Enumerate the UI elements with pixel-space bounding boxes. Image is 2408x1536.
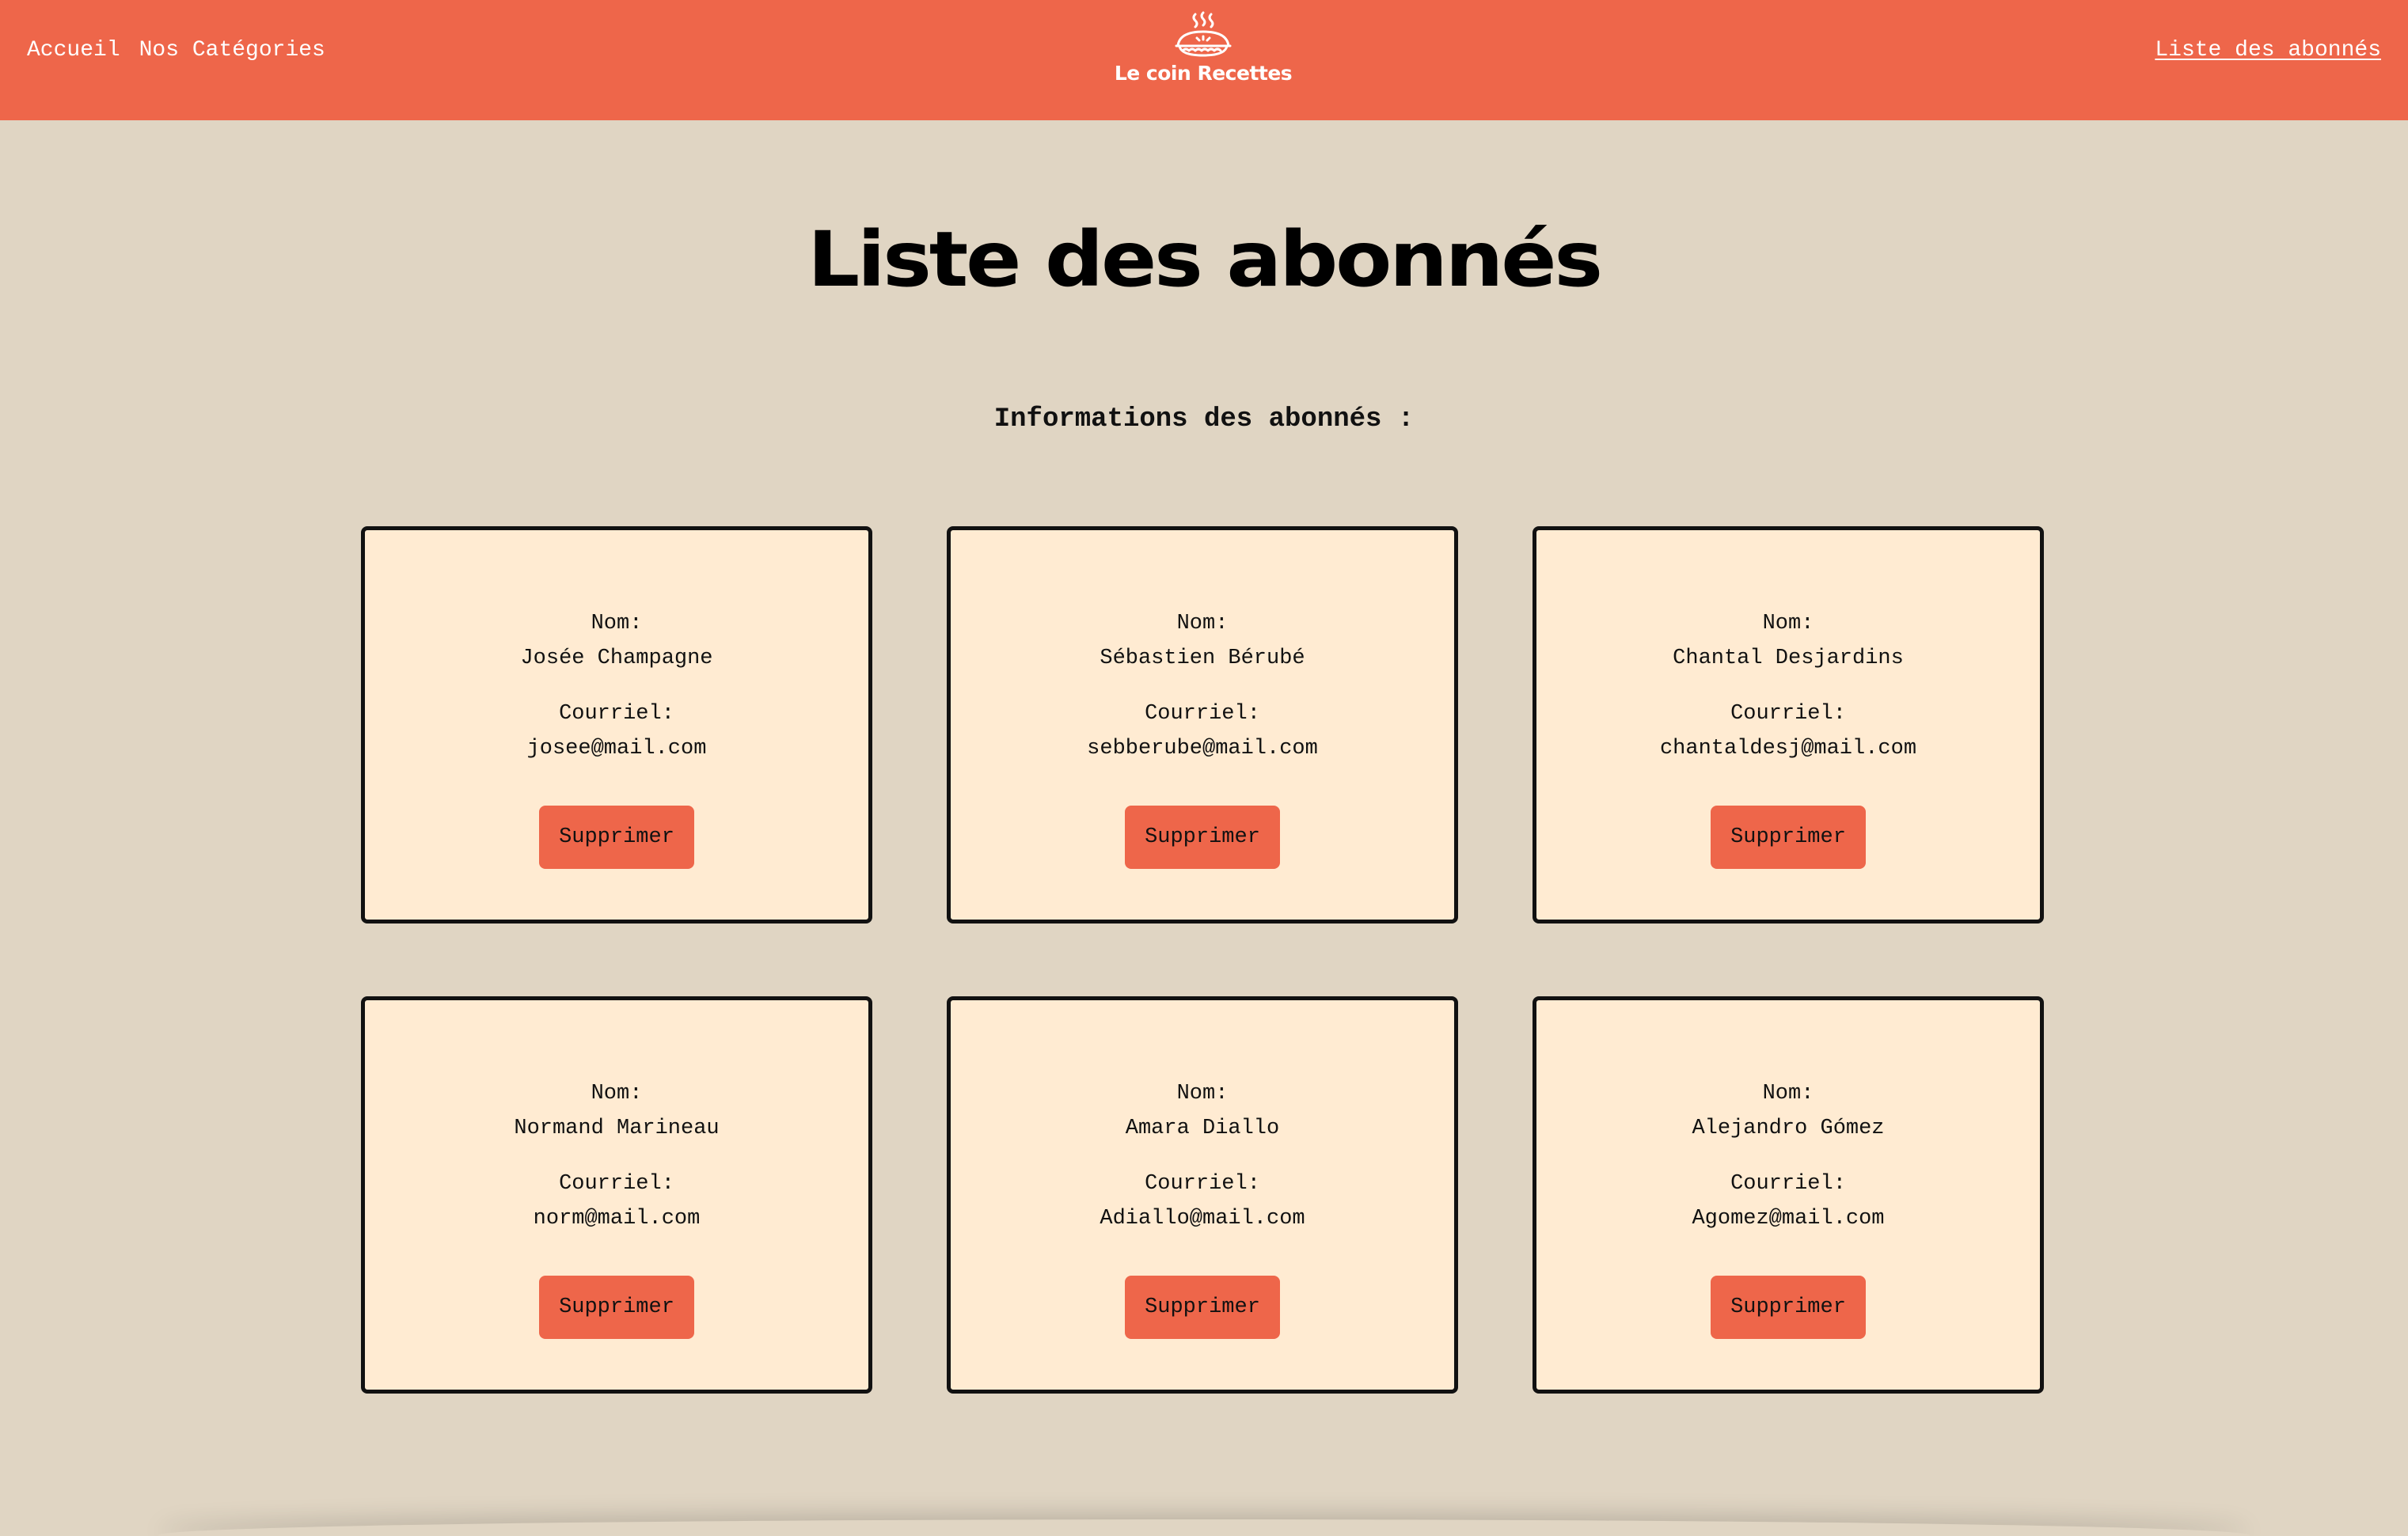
pie-icon xyxy=(1175,11,1232,57)
delete-button[interactable]: Supprimer xyxy=(539,1276,694,1339)
brand-logo[interactable]: Le coin Recettes xyxy=(1108,11,1298,98)
subscriber-email: norm@mail.com xyxy=(533,1207,701,1231)
email-label: Courriel: xyxy=(1730,1172,1846,1196)
subscriber-card: Nom: Normand Marineau Courriel: norm@mai… xyxy=(361,996,872,1394)
subscriber-card: Nom: Chantal Desjardins Courriel: chanta… xyxy=(1533,526,2044,923)
page-title: Liste des abonnés xyxy=(807,215,1603,304)
subscriber-name: Amara Diallo xyxy=(1125,1117,1280,1140)
name-label: Nom: xyxy=(1762,1082,1814,1106)
delete-button[interactable]: Supprimer xyxy=(539,806,694,869)
right-nav: Liste des abonnés xyxy=(2155,35,2381,66)
subscriber-name: Normand Marineau xyxy=(514,1117,720,1140)
subscriber-email: Agomez@mail.com xyxy=(1692,1207,1885,1231)
nav-link-subscribers[interactable]: Liste des abonnés xyxy=(2155,38,2381,63)
delete-button[interactable]: Supprimer xyxy=(1125,1276,1280,1339)
subscriber-card: Nom: Sébastien Bérubé Courriel: sebberub… xyxy=(947,526,1458,923)
email-label: Courriel: xyxy=(1145,1172,1260,1196)
brand-name: Le coin Recettes xyxy=(1114,62,1293,85)
site-header: Accueil Nos Catégories Le coin Recettes … xyxy=(0,0,2408,120)
subscriber-name: Sébastien Bérubé xyxy=(1100,647,1305,670)
delete-button[interactable]: Supprimer xyxy=(1711,1276,1866,1339)
section-subtitle: Informations des abonnés : xyxy=(993,404,1415,434)
subscriber-email: josee@mail.com xyxy=(526,737,707,760)
main-nav: Accueil Nos Catégories xyxy=(27,35,325,66)
subscriber-card: Nom: Amara Diallo Courriel: Adiallo@mail… xyxy=(947,996,1458,1394)
subscriber-name: Chantal Desjardins xyxy=(1673,647,1904,670)
email-label: Courriel: xyxy=(559,1172,674,1196)
subscriber-email: sebberube@mail.com xyxy=(1087,737,1318,760)
subscriber-email: chantaldesj@mail.com xyxy=(1659,737,1917,760)
email-label: Courriel: xyxy=(559,702,674,726)
email-label: Courriel: xyxy=(1145,702,1260,726)
name-label: Nom: xyxy=(1176,612,1229,635)
delete-button[interactable]: Supprimer xyxy=(1125,806,1280,869)
name-label: Nom: xyxy=(1176,1082,1229,1106)
subscriber-grid: Nom: Josée Champagne Courriel: josee@mai… xyxy=(361,526,2047,1394)
subscriber-card: Nom: Josée Champagne Courriel: josee@mai… xyxy=(361,526,872,923)
nav-link-accueil[interactable]: Accueil xyxy=(27,35,120,66)
name-label: Nom: xyxy=(1762,612,1814,635)
email-label: Courriel: xyxy=(1730,702,1846,726)
name-label: Nom: xyxy=(591,612,643,635)
footer-shadow xyxy=(158,1519,2250,1536)
subscriber-name: Josée Champagne xyxy=(520,647,713,670)
subscriber-name: Alejandro Gómez xyxy=(1692,1117,1885,1140)
nav-link-categories[interactable]: Nos Catégories xyxy=(139,35,325,66)
subscriber-card: Nom: Alejandro Gómez Courriel: Agomez@ma… xyxy=(1533,996,2044,1394)
subscriber-email: Adiallo@mail.com xyxy=(1100,1207,1305,1231)
delete-button[interactable]: Supprimer xyxy=(1711,806,1866,869)
name-label: Nom: xyxy=(591,1082,643,1106)
